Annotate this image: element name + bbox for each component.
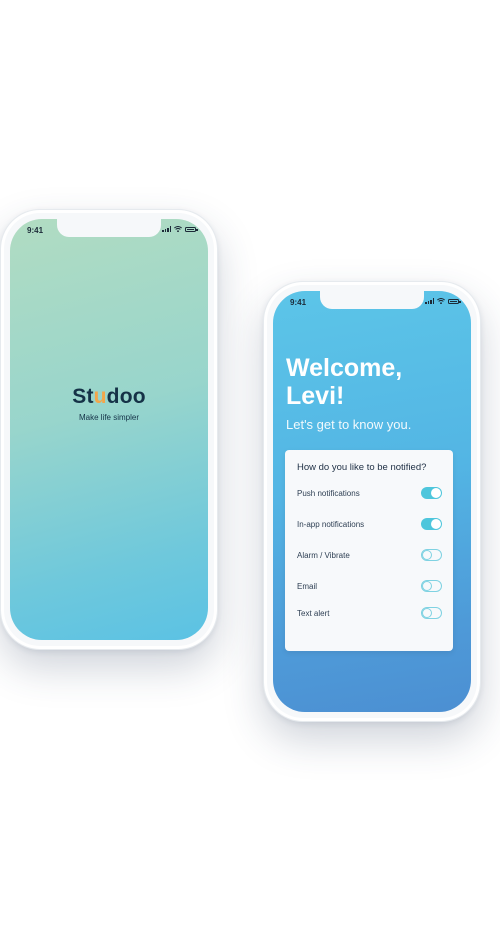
- phone-welcome: 9:41 Welcome, Levi! Let's get to know yo…: [263, 281, 481, 722]
- in-app-notifications-toggle[interactable]: [421, 518, 442, 530]
- welcome-title: Welcome, Levi!: [286, 354, 403, 410]
- email-toggle[interactable]: [421, 580, 442, 592]
- option-email: Email: [297, 579, 442, 593]
- wifi-icon: [174, 226, 182, 232]
- option-push-notifications: Push notifications: [297, 486, 442, 500]
- push-notifications-toggle[interactable]: [421, 487, 442, 499]
- status-icons: [162, 226, 198, 232]
- option-in-app-notifications: In-app notifications: [297, 517, 442, 531]
- option-label: In-app notifications: [297, 519, 365, 529]
- notification-preferences-card: How do you like to be notified? Push not…: [285, 450, 453, 651]
- signal-icon: [425, 298, 434, 304]
- status-icons: [425, 298, 461, 304]
- logo-accent: u: [93, 385, 107, 408]
- phone-notch: [57, 219, 161, 237]
- alarm-vibrate-toggle[interactable]: [421, 549, 442, 561]
- option-label: Email: [297, 581, 318, 591]
- card-question: How do you like to be notified?: [297, 462, 427, 473]
- phone-notch: [320, 291, 424, 309]
- splash-screen: 9:41 Studoo Make life simpler: [10, 219, 208, 640]
- tagline: Make life simpler: [78, 413, 139, 422]
- phone-splash: 9:41 Studoo Make life simpler: [0, 209, 218, 650]
- welcome-subtitle: Let's get to know you.: [286, 417, 412, 432]
- option-label: Text alert: [297, 608, 330, 618]
- option-alarm-vibrate: Alarm / Vibrate: [297, 548, 442, 562]
- option-text-alert: Text alert: [297, 606, 442, 620]
- option-label: Alarm / Vibrate: [297, 550, 350, 560]
- text-alert-toggle[interactable]: [421, 607, 442, 619]
- status-time: 9:41: [290, 298, 307, 307]
- welcome-screen: 9:41 Welcome, Levi! Let's get to know yo…: [273, 291, 471, 712]
- wifi-icon: [437, 298, 445, 304]
- option-label: Push notifications: [297, 488, 360, 498]
- studoo-logo: Studoo: [72, 385, 146, 408]
- signal-icon: [162, 226, 171, 232]
- battery-icon: [185, 226, 198, 232]
- battery-icon: [448, 298, 461, 304]
- status-time: 9:41: [27, 226, 44, 235]
